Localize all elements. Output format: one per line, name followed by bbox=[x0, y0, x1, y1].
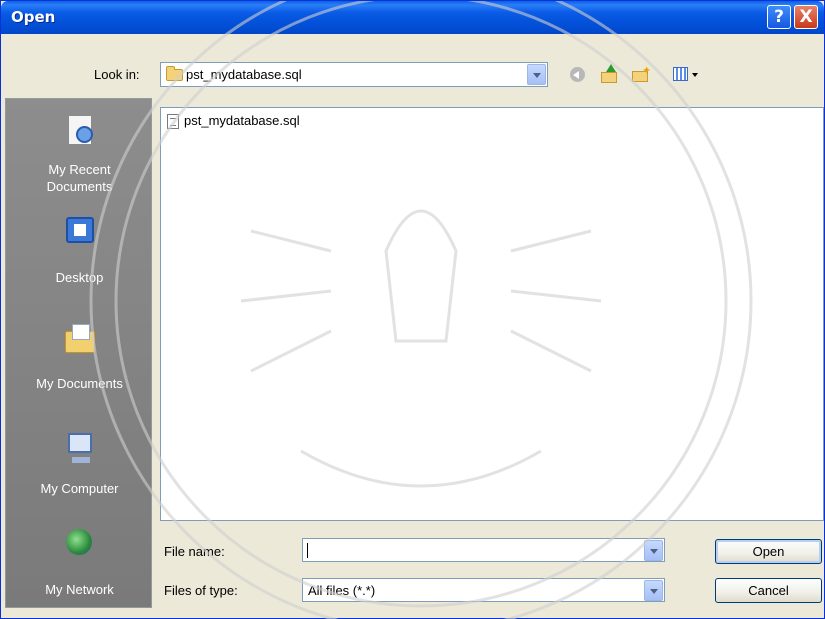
text-caret bbox=[307, 543, 308, 558]
look-in-value: pst_mydatabase.sql bbox=[186, 67, 302, 82]
place-my-documents[interactable]: My Documents bbox=[6, 317, 153, 405]
help-button[interactable]: ? bbox=[767, 5, 791, 29]
place-my-computer[interactable]: My Computer bbox=[6, 425, 153, 513]
chevron-down-icon[interactable] bbox=[527, 64, 546, 85]
place-label: My Recent bbox=[48, 162, 111, 177]
place-label: My Documents bbox=[36, 376, 123, 391]
place-my-recent-documents[interactable]: My Recent Documents bbox=[6, 111, 153, 199]
new-folder-icon[interactable]: ✦ bbox=[629, 63, 651, 85]
file-type-label: Files of type: bbox=[164, 583, 238, 598]
views-menu-icon[interactable] bbox=[671, 63, 705, 85]
place-desktop[interactable]: Desktop bbox=[6, 215, 153, 303]
my-network-icon bbox=[64, 527, 96, 559]
close-button[interactable]: X bbox=[794, 5, 818, 29]
open-dialog: Open ? X Look in: pst_mydatabase.sql ✦ M… bbox=[0, 0, 825, 619]
back-icon[interactable] bbox=[567, 63, 589, 85]
file-type-value: All files (*.*) bbox=[308, 583, 376, 598]
file-type-dropdown[interactable]: All files (*.*) bbox=[302, 578, 665, 602]
chevron-down-icon[interactable] bbox=[644, 580, 663, 601]
title-bar[interactable]: Open ? X bbox=[1, 1, 824, 34]
my-documents-icon bbox=[64, 324, 96, 357]
my-computer-icon bbox=[64, 433, 96, 465]
look-in-dropdown[interactable]: pst_mydatabase.sql bbox=[160, 62, 548, 87]
desktop-icon bbox=[64, 215, 96, 247]
dialog-title: Open bbox=[11, 8, 56, 26]
open-button[interactable]: Open bbox=[715, 539, 822, 564]
place-label: My Computer bbox=[40, 481, 119, 496]
file-name-field[interactable] bbox=[302, 538, 665, 562]
look-in-label: Look in: bbox=[94, 67, 140, 82]
folder-icon bbox=[166, 66, 183, 81]
place-label: Desktop bbox=[55, 270, 104, 285]
place-my-network[interactable]: My Network bbox=[6, 523, 153, 611]
text-file-icon bbox=[167, 114, 179, 129]
place-label: Documents bbox=[46, 179, 113, 194]
cancel-button[interactable]: Cancel bbox=[715, 578, 822, 603]
place-label: My Network bbox=[45, 582, 114, 597]
file-name-label: File name: bbox=[164, 544, 225, 559]
up-folder-icon[interactable] bbox=[599, 63, 621, 85]
recent-documents-icon bbox=[64, 115, 96, 147]
file-list[interactable]: pst_mydatabase.sql bbox=[160, 107, 824, 521]
chevron-down-icon[interactable] bbox=[644, 540, 663, 561]
places-bar: My Recent Documents Desktop My Documents… bbox=[5, 98, 152, 608]
file-name: pst_mydatabase.sql bbox=[184, 113, 300, 128]
